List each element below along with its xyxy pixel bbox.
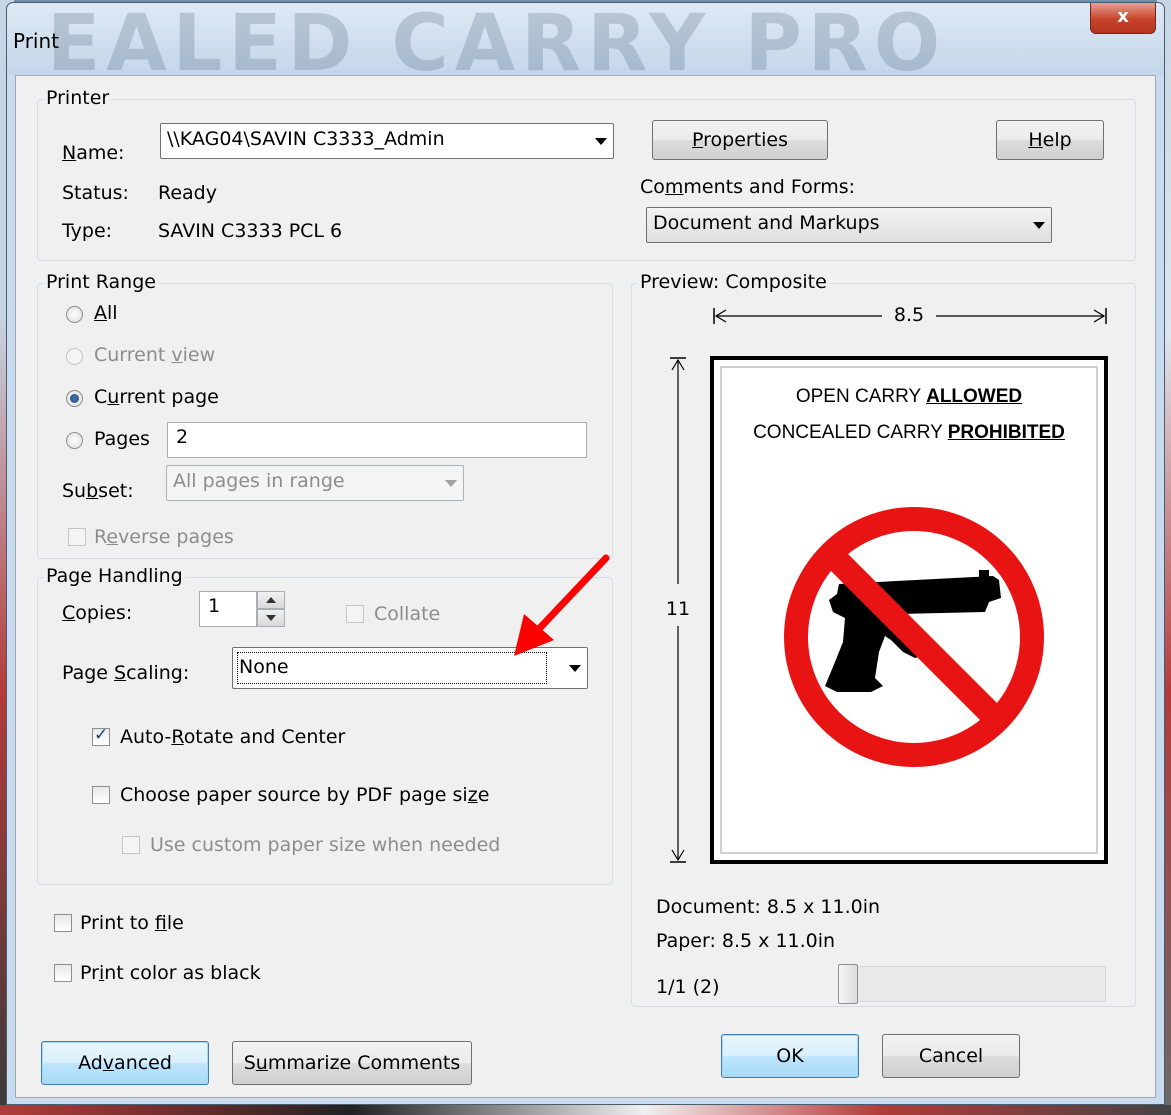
- print-color-black-label: Print color as black: [80, 962, 261, 984]
- radio-current-page-label: Current page: [94, 386, 219, 408]
- custom-paper-label: Use custom paper size when needed: [150, 834, 501, 856]
- page-handling-group-label: Page Handling: [44, 565, 185, 587]
- collate-checkbox[interactable]: [346, 605, 364, 623]
- print-dialog: EALED CARRY PRO Print x Printer Name: \\…: [6, 2, 1165, 1105]
- arrow-down-icon: [266, 615, 276, 621]
- sign-line-1: OPEN CARRY ALLOWED: [722, 386, 1096, 408]
- chevron-down-icon: [1033, 222, 1045, 229]
- reverse-pages-checkbox[interactable]: [68, 528, 86, 546]
- height-dimension-value: 11: [665, 598, 691, 620]
- printer-group-label: Printer: [44, 87, 112, 109]
- printer-status-label: Status:: [62, 182, 129, 204]
- comments-forms-dropdown[interactable]: Document and Markups: [646, 207, 1052, 243]
- sign-line-2: CONCEALED CARRY PROHIBITED: [722, 422, 1096, 444]
- auto-rotate-checkbox[interactable]: ✓: [92, 725, 110, 746]
- printer-name-label: Name:: [62, 142, 125, 164]
- copies-decrement-button[interactable]: [257, 609, 285, 627]
- sign-line-1-prefix: OPEN CARRY: [795, 386, 927, 407]
- title-bar: EALED CARRY PRO Print x: [7, 3, 1164, 75]
- pages-input[interactable]: 2: [167, 422, 587, 458]
- sign-line-2-prefix: CONCEALED CARRY: [753, 422, 948, 443]
- width-dimension-value: 8.5: [893, 304, 925, 326]
- preview-group-label: Preview: Composite: [638, 271, 829, 293]
- pages-input-value: 2: [176, 426, 189, 448]
- auto-rotate-label: Auto-Rotate and Center: [120, 726, 346, 748]
- title-watermark: EALED CARRY PRO: [47, 3, 947, 75]
- checkmark-icon: ✓: [94, 725, 109, 745]
- radio-pages-label: Pages: [94, 428, 150, 450]
- comments-forms-value: Document and Markups: [653, 212, 880, 234]
- properties-button[interactable]: Properties: [652, 120, 828, 160]
- summarize-comments-button[interactable]: Summarize Comments: [232, 1041, 472, 1085]
- subset-value: All pages in range: [173, 470, 345, 492]
- sign-line-1-emphasis: ALLOWED: [926, 386, 1023, 407]
- print-range-group: Print Range: [37, 271, 613, 559]
- dialog-body: Printer Name: \\KAG04\SAVIN C3333_Admin …: [15, 75, 1156, 1098]
- subset-dropdown[interactable]: All pages in range: [166, 465, 464, 501]
- reverse-pages-label: Reverse pages: [94, 526, 234, 548]
- radio-current-view-label: Current view: [94, 344, 216, 366]
- radio-current-page[interactable]: [66, 390, 83, 407]
- page-scaling-value: None: [239, 656, 289, 678]
- collate-label: Collate: [374, 603, 441, 625]
- copies-input[interactable]: 1: [199, 591, 257, 627]
- close-button[interactable]: x: [1090, 3, 1156, 34]
- choose-paper-source-label: Choose paper source by PDF page size: [120, 784, 490, 806]
- printer-type-value: SAVIN C3333 PCL 6: [158, 220, 343, 242]
- ok-button[interactable]: OK: [721, 1034, 859, 1078]
- paper-size-text: Paper: 8.5 x 11.0in: [656, 930, 836, 952]
- page-scaling-label: Page Scaling:: [62, 662, 190, 684]
- choose-paper-source-checkbox[interactable]: [92, 786, 110, 804]
- printer-name-dropdown[interactable]: \\KAG04\SAVIN C3333_Admin: [160, 123, 614, 159]
- copies-input-value: 1: [208, 595, 221, 617]
- advanced-button[interactable]: Advanced: [41, 1041, 209, 1085]
- page-preview: OPEN CARRY ALLOWED CONCEALED CARRY PROHI…: [710, 356, 1108, 864]
- page-preview-content: OPEN CARRY ALLOWED CONCEALED CARRY PROHI…: [720, 366, 1098, 854]
- copies-label: Copies:: [62, 602, 133, 624]
- page-counter-text: 1/1 (2): [656, 976, 720, 998]
- print-to-file-label: Print to file: [80, 912, 184, 934]
- copies-increment-button[interactable]: [257, 591, 285, 609]
- cancel-button[interactable]: Cancel: [882, 1034, 1020, 1078]
- background-strip-bottom: [0, 1105, 1171, 1115]
- printer-type-label: Type:: [62, 220, 113, 242]
- no-gun-sign-icon: [784, 507, 1044, 767]
- subset-label: Subset:: [62, 480, 134, 502]
- radio-all[interactable]: [66, 306, 83, 323]
- sign-line-2-emphasis: PROHIBITED: [947, 422, 1065, 443]
- print-color-black-checkbox[interactable]: [54, 964, 72, 982]
- comments-forms-label: Comments and Forms:: [640, 176, 855, 198]
- chevron-down-icon: [569, 665, 581, 672]
- radio-pages[interactable]: [66, 432, 83, 449]
- help-button[interactable]: Help: [996, 120, 1104, 160]
- print-to-file-checkbox[interactable]: [54, 914, 72, 932]
- document-size-text: Document: 8.5 x 11.0in: [656, 896, 881, 918]
- chevron-down-icon: [595, 138, 607, 145]
- print-range-group-label: Print Range: [44, 271, 158, 293]
- preview-page-slider[interactable]: [840, 966, 1106, 1002]
- radio-current-view[interactable]: [66, 348, 83, 365]
- arrow-up-icon: [266, 597, 276, 603]
- printer-status-value: Ready: [158, 182, 217, 204]
- printer-name-value: \\KAG04\SAVIN C3333_Admin: [167, 128, 445, 150]
- dialog-title: Print: [13, 29, 60, 53]
- preview-slider-thumb[interactable]: [838, 964, 858, 1004]
- custom-paper-checkbox[interactable]: [122, 836, 140, 854]
- chevron-down-icon: [445, 480, 457, 487]
- annotation-arrow-icon: [514, 554, 610, 656]
- radio-all-label: All: [94, 302, 118, 324]
